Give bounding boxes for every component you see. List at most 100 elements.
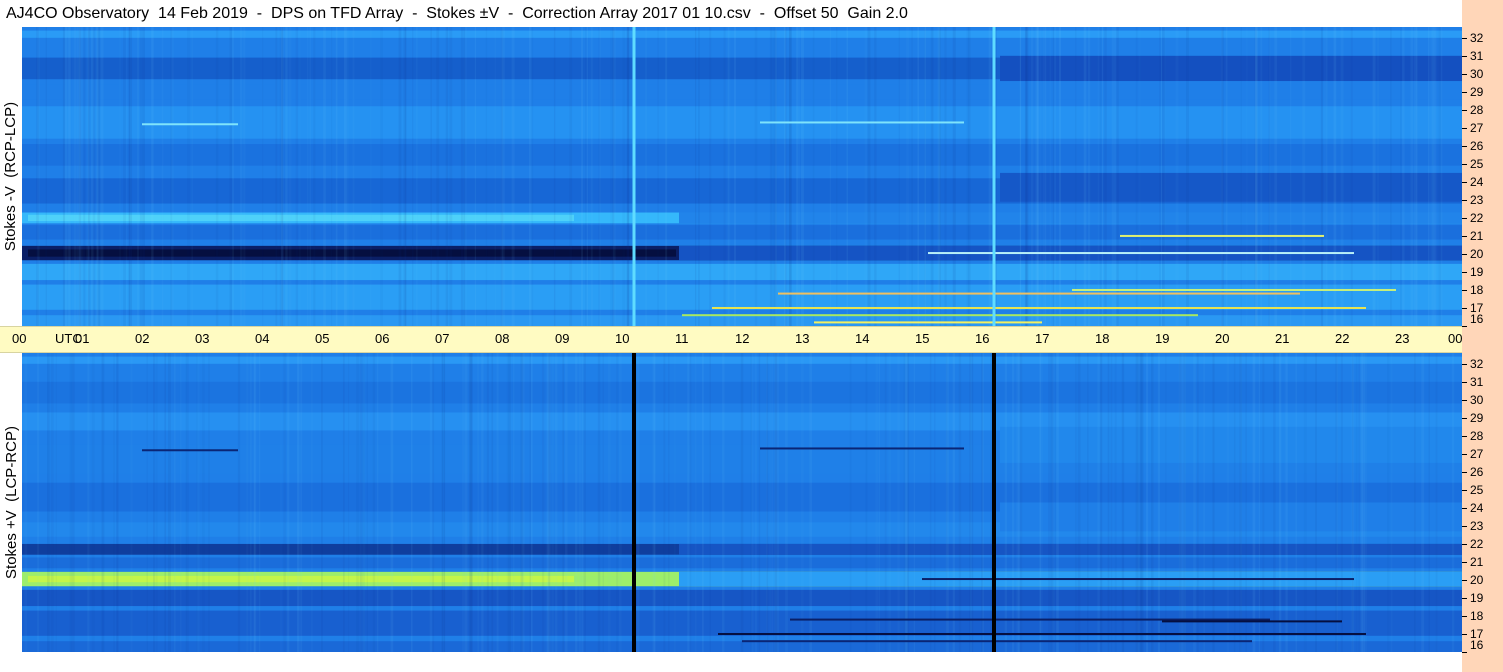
- texture-line: [530, 353, 533, 652]
- texture-line: [24, 353, 28, 652]
- frequency-tick: [1462, 37, 1467, 39]
- frequency-tick-label: 22: [1470, 210, 1484, 225]
- texture-line: [477, 353, 479, 652]
- texture-line: [1050, 27, 1052, 326]
- frequency-tick-label: 32: [1470, 30, 1484, 45]
- texture-line: [1135, 27, 1138, 326]
- texture-line: [1100, 353, 1103, 652]
- texture-line: [917, 27, 919, 326]
- texture-line: [323, 27, 326, 326]
- texture-line: [191, 27, 193, 326]
- texture-line: [1245, 353, 1247, 652]
- texture-line: [966, 27, 969, 326]
- texture-line: [709, 27, 712, 326]
- texture-line: [300, 353, 303, 652]
- texture-line: [586, 27, 589, 326]
- frequency-tick-label: 20: [1470, 572, 1484, 587]
- texture-line: [754, 353, 757, 652]
- frequency-band: [22, 30, 1462, 38]
- signal-streak: [778, 292, 1300, 295]
- texture-line: [1025, 27, 1027, 326]
- frequency-tick: [1462, 109, 1467, 111]
- texture-line: [432, 353, 435, 652]
- frequency-tick-label: 31: [1470, 48, 1484, 63]
- time-tick-label: 10: [615, 331, 630, 346]
- texture-line: [71, 353, 75, 652]
- texture-line: [801, 353, 804, 652]
- texture-line: [390, 353, 394, 652]
- time-tick-label: 18: [1095, 331, 1110, 346]
- texture-line: [698, 27, 700, 326]
- texture-line: [934, 353, 936, 652]
- texture-line: [62, 27, 66, 326]
- texture-line: [1048, 353, 1051, 652]
- texture-line: [1410, 27, 1414, 326]
- texture-line: [372, 353, 376, 652]
- frequency-tick-label: 20: [1470, 246, 1484, 261]
- frequency-band: [22, 284, 1462, 310]
- frequency-tick: [1462, 271, 1467, 273]
- texture-line: [723, 27, 726, 326]
- texture-line: [1196, 353, 1199, 652]
- texture-line: [348, 353, 349, 652]
- texture-line: [307, 27, 309, 326]
- frequency-tick: [1462, 633, 1467, 635]
- texture-line: [1428, 27, 1430, 326]
- texture-line: [1087, 353, 1089, 652]
- texture-line: [1212, 353, 1215, 652]
- texture-line: [72, 27, 74, 326]
- texture-line: [1315, 353, 1317, 652]
- texture-line: [1193, 353, 1196, 652]
- signal-streak: [790, 618, 1270, 621]
- texture-line: [377, 353, 379, 652]
- texture-line: [496, 353, 499, 652]
- texture-line: [1333, 27, 1337, 326]
- frequency-tick: [1462, 163, 1467, 165]
- texture-line: [665, 27, 668, 326]
- texture-line: [874, 27, 877, 326]
- texture-line: [1116, 27, 1119, 326]
- texture-line: [581, 27, 583, 326]
- frequency-tick-label: 23: [1470, 192, 1484, 207]
- texture-line: [87, 353, 90, 652]
- time-segment: [679, 543, 1462, 555]
- texture-line: [1107, 353, 1110, 652]
- texture-line: [1416, 27, 1418, 326]
- texture-line: [1400, 27, 1402, 326]
- frequency-tick: [1462, 235, 1467, 237]
- frequency-band: [22, 263, 1462, 281]
- texture-line: [797, 27, 800, 326]
- texture-line: [1019, 27, 1022, 326]
- texture-line: [583, 353, 586, 652]
- texture-line: [56, 353, 57, 652]
- texture-line: [888, 353, 891, 652]
- texture-line: [774, 353, 778, 652]
- texture-line: [754, 27, 758, 326]
- texture-line: [553, 27, 556, 326]
- frequency-tick-label: 25: [1470, 482, 1484, 497]
- vertical-line: [632, 27, 636, 326]
- texture-line: [250, 353, 252, 652]
- texture-line: [523, 353, 525, 652]
- frequency-tick: [1462, 489, 1467, 491]
- texture-line: [259, 353, 261, 652]
- frequency-band: [22, 225, 1462, 240]
- texture-line: [801, 27, 804, 326]
- texture-line: [1058, 27, 1062, 326]
- texture-line: [161, 27, 164, 326]
- texture-line: [142, 27, 145, 326]
- texture-line: [342, 353, 345, 652]
- texture-line: [311, 353, 313, 652]
- texture-line: [370, 27, 372, 326]
- texture-line: [663, 353, 666, 652]
- frequency-tick: [1462, 453, 1467, 455]
- frequency-tick-label: 19: [1470, 264, 1484, 279]
- frequency-tick-label: 32: [1470, 356, 1484, 371]
- time-segment: [1000, 426, 1462, 463]
- texture-line: [898, 27, 900, 326]
- texture-line: [297, 353, 300, 652]
- texture-line: [541, 353, 545, 652]
- texture-line: [1246, 27, 1248, 326]
- time-tick-label: 20: [1215, 331, 1230, 346]
- texture-line: [146, 353, 148, 652]
